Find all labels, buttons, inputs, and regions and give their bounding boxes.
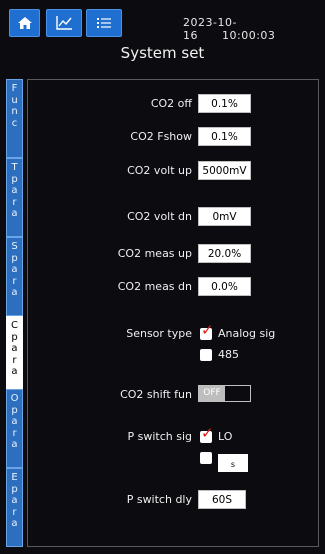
co2-meas-up-field[interactable]: 20.0% <box>198 244 251 263</box>
tab-label: Opara <box>10 393 19 450</box>
p-switch-sig-row: P switch sig ✓ LO <box>28 426 318 447</box>
co2-fshow-field[interactable]: 0.1% <box>198 127 251 146</box>
tab-tpara[interactable]: Tpara <box>6 158 23 237</box>
home-button[interactable] <box>9 9 40 37</box>
sensor-485-label: 485 <box>218 348 239 361</box>
p-switch-sig-label: P switch sig <box>127 430 192 443</box>
tab-spara[interactable]: Spara <box>6 237 23 316</box>
side-tabs: Func Tpara Spara Cpara Opara Epara <box>6 79 23 547</box>
co2-volt-up-label: CO2 volt up <box>127 164 192 177</box>
checkmark-icon: ✓ <box>201 321 214 339</box>
co2-volt-dn-field[interactable]: 0mV <box>198 207 251 226</box>
datetime: 2023-10-16 10:00:03 <box>183 16 325 42</box>
page-title: System set <box>120 44 205 62</box>
co2-off-label: CO2 off <box>150 97 192 110</box>
co2-meas-up-label: CO2 meas up <box>117 247 192 260</box>
p-switch-dly-field[interactable]: 60S <box>198 490 246 509</box>
analog-sig-checkbox[interactable]: ✓ <box>200 323 214 340</box>
top-bar: 2023-10-16 10:00:03 <box>0 0 325 42</box>
tab-label: Spara <box>11 241 18 298</box>
co2-shift-toggle[interactable]: OFF <box>198 385 251 402</box>
p-switch-dly-row: P switch dly 60S <box>28 490 318 510</box>
co2-meas-dn-label: CO2 meas dn <box>117 280 192 293</box>
co2-meas-up-row: CO2 meas up 20.0% <box>28 244 318 264</box>
co2-volt-dn-row: CO2 volt dn 0mV <box>28 207 318 227</box>
analog-sig-label: Analog sig <box>218 327 276 340</box>
tab-func[interactable]: Func <box>6 79 23 158</box>
co2-volt-up-row: CO2 volt up 5000mV <box>28 161 318 181</box>
time-display: 10:00:03 <box>222 29 276 42</box>
lo-label: LO <box>218 430 233 443</box>
list-button[interactable] <box>86 9 122 37</box>
settings-panel: CO2 off 0.1% CO2 Fshow 0.1% CO2 volt up … <box>27 79 319 547</box>
sensor-type-label: Sensor type <box>126 327 192 340</box>
tab-cpara[interactable]: Cpara <box>6 316 23 389</box>
p-switch-sig-option2-row: s <box>28 450 318 472</box>
tab-label: Func <box>11 83 18 129</box>
lo-checkbox[interactable]: ✓ <box>200 426 214 443</box>
option2-checkbox[interactable] <box>200 452 212 464</box>
home-icon <box>17 17 32 29</box>
co2-volt-dn-label: CO2 volt dn <box>127 210 192 223</box>
sensor-485-row: 485 <box>28 345 318 365</box>
co2-volt-up-field[interactable]: 5000mV <box>198 161 251 180</box>
toggle-state: OFF <box>199 386 225 401</box>
co2-shift-fun-row: CO2 shift fun OFF <box>28 385 318 405</box>
co2-fshow-label: CO2 Fshow <box>130 130 192 143</box>
sensor-485-checkbox[interactable] <box>200 349 212 361</box>
checkmark-icon: ✓ <box>201 424 214 442</box>
chart-icon <box>56 16 72 30</box>
co2-meas-dn-field[interactable]: 0.0% <box>198 277 251 296</box>
tab-opara[interactable]: Opara <box>6 389 23 468</box>
co2-off-row: CO2 off 0.1% <box>28 94 318 114</box>
co2-shift-fun-label: CO2 shift fun <box>120 388 192 401</box>
tab-label: Epara <box>11 472 18 529</box>
p-switch-dly-label: P switch dly <box>126 493 192 506</box>
chart-button[interactable] <box>46 9 82 37</box>
co2-fshow-row: CO2 Fshow 0.1% <box>28 127 318 147</box>
sensor-type-row: Sensor type ✓ Analog sig <box>28 323 318 344</box>
tab-label: Tpara <box>11 162 18 219</box>
list-icon <box>97 18 111 28</box>
co2-meas-dn-row: CO2 meas dn 0.0% <box>28 277 318 297</box>
tab-label: Cpara <box>11 320 18 377</box>
co2-off-field[interactable]: 0.1% <box>198 94 251 113</box>
tab-epara[interactable]: Epara <box>6 468 23 547</box>
option2-popup[interactable]: s <box>218 454 248 472</box>
